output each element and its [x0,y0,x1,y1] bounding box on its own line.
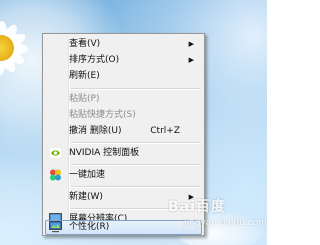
menu-item-undo-delete[interactable]: 撤消 删除(U) Ctrl+Z [45,124,202,139]
menu-item-sort-by[interactable]: 排序方式(O) ▶ [45,53,202,68]
menu-item-label: 新建(W) [69,192,103,202]
menu-item-label: 刷新(E) [69,71,100,81]
menu-item-shortcut: Ctrl+Z [150,126,180,136]
menu-item-label: 一键加速 [69,170,106,180]
menu-separator [71,142,201,144]
menu-item-label: 撤消 删除(U) [69,126,122,136]
menu-item-label: 粘贴(P) [69,94,100,104]
personalize-icon [49,221,62,233]
menu-item-paste-shortcut[interactable]: 粘贴快捷方式(S) [45,108,202,123]
menu-item-label: 粘贴快捷方式(S) [69,110,136,120]
menu-item-nvidia-control-panel[interactable]: NVIDIA 控制面板 [45,146,202,161]
nvidia-icon [48,146,63,160]
menu-item-label: NVIDIA 控制面板 [69,148,140,158]
accelerate-icon [49,169,62,181]
menu-item-paste[interactable]: 粘贴(P) [45,92,202,107]
menu-separator [71,164,201,166]
menu-item-label: 个性化(R) [69,222,110,232]
menu-item-view[interactable]: 查看(V) ▶ [45,37,202,52]
menu-item-label: 查看(V) [69,39,101,49]
submenu-arrow-icon: ▶ [188,40,194,48]
submenu-arrow-icon: ▶ [188,56,194,64]
desktop-background[interactable]: 查看(V) ▶ 排序方式(O) ▶ 刷新(E) 粘贴(P) 粘贴快捷方式(S) … [0,0,267,245]
watermark-url: jingyan.baidu.com [184,218,267,228]
menu-separator [71,88,201,90]
baidu-jingyan-watermark: Bai百度 jingyan.baidu.com [168,190,267,236]
menu-item-refresh[interactable]: 刷新(E) [45,69,202,84]
watermark-brand: Bai百度 [168,199,226,215]
menu-item-one-click-accelerate[interactable]: 一键加速 [45,168,202,183]
menu-separator [71,186,201,188]
menu-item-label: 排序方式(O) [69,55,120,65]
